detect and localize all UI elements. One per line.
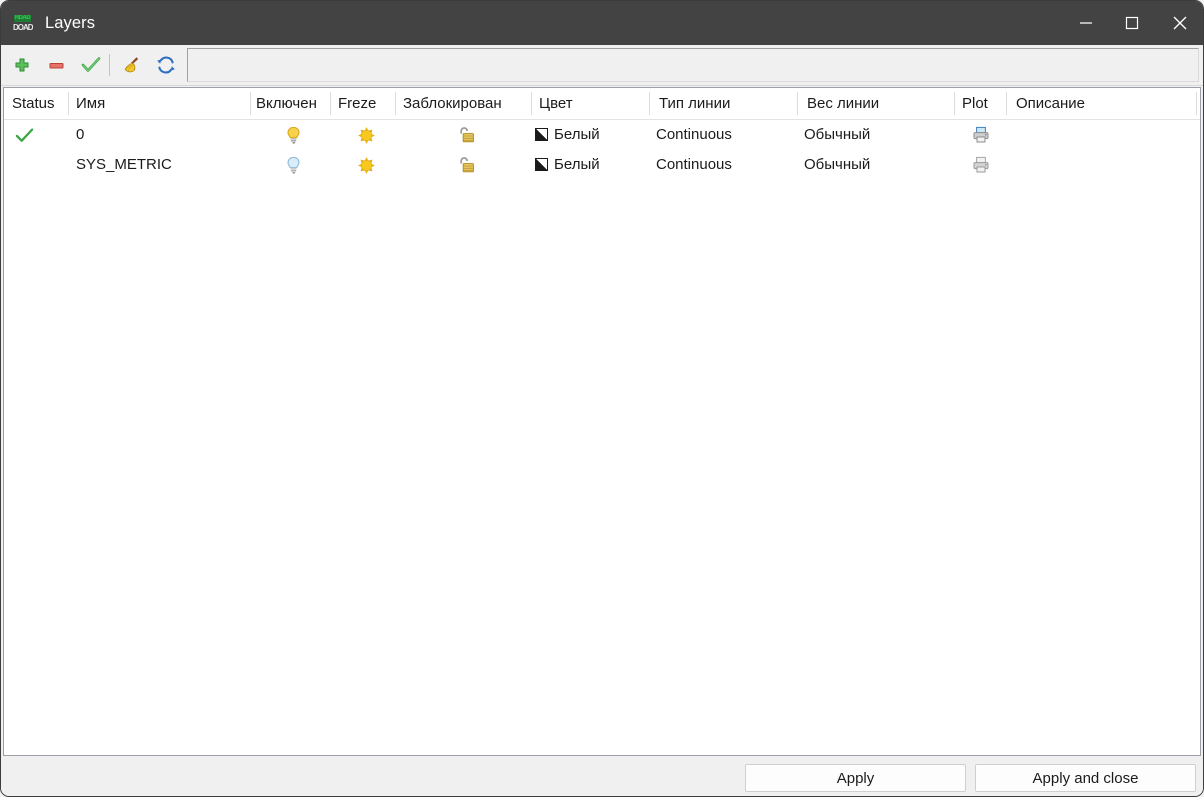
purge-layers-button[interactable] [117,51,145,79]
layers-dialog-window: RDAD DOAD Layers Status Имя Включен Frez… [0,0,1204,797]
layer-filter-panel[interactable] [187,48,1199,82]
check-icon [81,57,101,72]
cell-layer-on-toggle[interactable] [279,150,307,180]
column-divider[interactable] [649,92,650,115]
color-swatch-icon [535,158,548,171]
window-controls [1063,1,1203,45]
table-header-row: Status Имя Включен Freze Заблокирован Цв… [4,88,1200,120]
cell-layer-lock-toggle[interactable] [452,150,480,180]
delete-layer-button[interactable] [42,51,70,79]
padlock-unlocked-icon [460,127,474,143]
current-layer-check-icon [15,127,33,142]
sun-thaw-icon [357,126,375,144]
column-header-status[interactable]: Status [12,88,55,119]
column-divider[interactable] [395,92,396,115]
minimize-button[interactable] [1063,1,1109,45]
cell-layer-lineweight[interactable]: Обычный [804,150,870,180]
maximize-button[interactable] [1109,1,1155,45]
cell-layer-freeze-toggle[interactable] [352,120,380,150]
column-header-linetype[interactable]: Тип линии [659,88,730,119]
table-row[interactable]: SYS_METRIC Белый Continuous Обычный [4,150,1200,180]
printer-enabled-icon [973,126,989,143]
column-header-plot[interactable]: Plot [962,88,988,119]
column-divider[interactable] [531,92,532,115]
toolbar-separator [109,54,110,76]
app-icon-bottom-text: DOAD [13,23,33,32]
title-bar: RDAD DOAD Layers [1,1,1203,45]
minimize-icon [1080,22,1092,24]
color-swatch-icon [535,128,548,141]
column-header-lineweight[interactable]: Вес линии [807,88,879,119]
table-row[interactable]: 0 Белый Continuous Обычный [4,120,1200,150]
maximize-icon [1125,16,1139,30]
set-current-layer-button[interactable] [77,51,105,79]
column-divider[interactable] [330,92,331,115]
column-header-on[interactable]: Включен [256,88,317,119]
lightbulb-off-icon [286,156,300,174]
window-title: Layers [45,13,96,32]
cell-layer-linetype[interactable]: Continuous [656,150,732,180]
refresh-layers-button[interactable] [152,51,180,79]
cell-layer-color[interactable]: Белый [535,150,600,180]
app-icon-top-text: RDAD [14,15,31,22]
cell-layer-color[interactable]: Белый [535,120,600,150]
printer-disabled-icon [973,156,989,173]
apply-and-close-button[interactable]: Apply and close [975,764,1196,792]
dialog-footer: Apply Apply and close [1,757,1203,796]
column-divider[interactable] [68,92,69,115]
apply-button[interactable]: Apply [745,764,966,792]
column-header-description[interactable]: Описание [1016,88,1085,119]
cell-layer-freeze-toggle[interactable] [352,150,380,180]
cell-layer-name[interactable]: SYS_METRIC [76,150,172,180]
column-header-freeze[interactable]: Freze [338,88,376,119]
column-divider[interactable] [797,92,798,115]
layers-app-icon: RDAD DOAD [13,13,33,33]
minus-icon [49,62,63,68]
status-current-indicator[interactable] [12,120,36,150]
column-header-color[interactable]: Цвет [539,88,573,119]
column-divider[interactable] [954,92,955,115]
cell-layer-on-toggle[interactable] [279,120,307,150]
cell-layer-linetype[interactable]: Continuous [656,120,732,150]
layers-table: Status Имя Включен Freze Заблокирован Цв… [3,87,1201,756]
cell-layer-plot-toggle[interactable] [967,120,995,150]
column-header-locked[interactable]: Заблокирован [403,88,502,119]
column-divider[interactable] [1196,92,1197,115]
column-header-name[interactable]: Имя [76,88,105,119]
layers-toolbar [1,45,1203,86]
cell-layer-plot-toggle[interactable] [967,150,995,180]
refresh-icon [157,56,175,74]
plus-icon [15,58,28,71]
close-button[interactable] [1155,1,1203,45]
cell-layer-name[interactable]: 0 [76,120,84,150]
sun-thaw-icon [357,156,375,174]
cell-layer-lock-toggle[interactable] [452,120,480,150]
broom-icon [124,57,139,73]
close-icon [1173,16,1187,30]
column-divider[interactable] [1006,92,1007,115]
add-layer-button[interactable] [7,51,35,79]
cell-layer-color-label: Белый [554,156,600,173]
cell-layer-lineweight[interactable]: Обычный [804,120,870,150]
lightbulb-on-icon [286,126,300,144]
cell-layer-color-label: Белый [554,126,600,143]
column-divider[interactable] [250,92,251,115]
padlock-unlocked-icon [460,157,474,173]
